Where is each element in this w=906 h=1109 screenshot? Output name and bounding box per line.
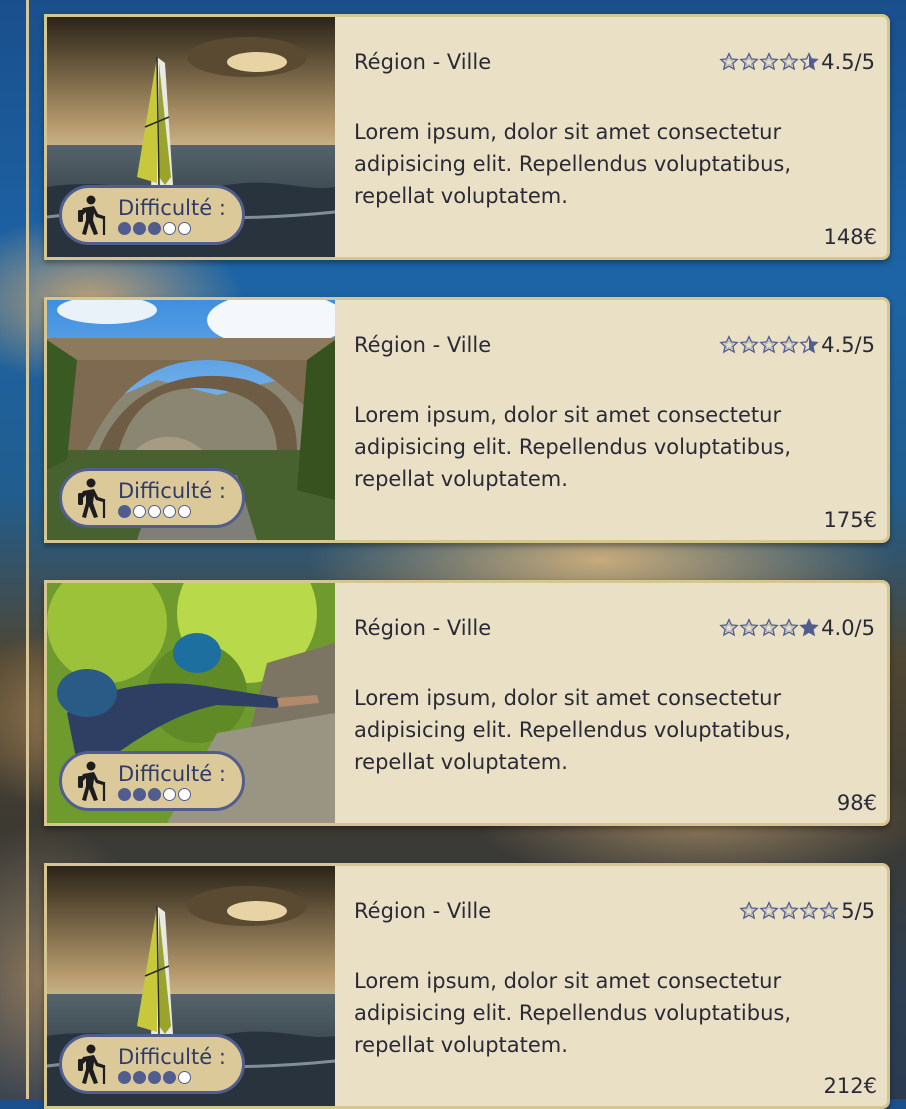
card-region: Région - Ville (354, 50, 492, 74)
activity-photo: Difficulté : (47, 866, 335, 1106)
activity-card[interactable]: Difficulté : Région - Ville 4.0/5 Lorem … (44, 580, 890, 826)
rating-value: 4.0/5 (821, 616, 875, 640)
difficulty-dot (163, 1070, 176, 1084)
activity-card[interactable]: Difficulté : Région - Ville 5/5 Lorem ip… (44, 863, 890, 1109)
star-icon (799, 52, 819, 71)
card-description: Lorem ipsum, dolor sit amet consectetur … (354, 403, 791, 491)
rating-value: 5/5 (841, 899, 875, 923)
star-icon (779, 901, 799, 920)
difficulty-dot (118, 504, 131, 518)
difficulty-dot (148, 221, 161, 235)
card-rating: 4.0/5 (719, 616, 875, 640)
difficulty-dot (163, 787, 176, 801)
hiker-icon (78, 761, 106, 801)
star-icon (759, 52, 779, 71)
hiker-icon (78, 195, 106, 235)
rating-stars (719, 335, 819, 355)
difficulty-dots (118, 787, 226, 801)
card-price: 212€ (823, 1074, 877, 1098)
difficulty-label: Difficulté : (118, 1044, 226, 1069)
rating-stars (719, 52, 819, 72)
difficulty-label: Difficulté : (118, 761, 226, 786)
difficulty-badge: Difficulté : (59, 185, 245, 245)
difficulty-dot (133, 221, 146, 235)
card-rating: 5/5 (739, 899, 875, 923)
star-icon (759, 901, 779, 920)
difficulty-dots (118, 1070, 226, 1084)
star-icon (799, 618, 819, 637)
star-icon (799, 335, 819, 354)
activity-card[interactable]: Difficulté : Région - Ville 4.5/5 Lorem … (44, 14, 890, 260)
page-edge-line (26, 0, 29, 1099)
card-price: 148€ (823, 225, 877, 249)
star-icon (739, 901, 759, 920)
difficulty-badge: Difficulté : (59, 468, 245, 528)
difficulty-dots (118, 504, 226, 518)
card-rating: 4.5/5 (719, 333, 875, 357)
difficulty-label: Difficulté : (118, 478, 226, 503)
hiker-icon (78, 1044, 106, 1084)
hiker-icon (78, 478, 106, 518)
star-icon (799, 901, 819, 920)
difficulty-badge: Difficulté : (59, 1034, 245, 1094)
star-icon (739, 335, 759, 354)
difficulty-label: Difficulté : (118, 195, 226, 220)
star-icon (739, 618, 759, 637)
difficulty-dot (148, 1070, 161, 1084)
difficulty-dot (163, 504, 176, 518)
star-icon (719, 618, 739, 637)
card-rating: 4.5/5 (719, 50, 875, 74)
difficulty-dot (148, 787, 161, 801)
star-icon (719, 52, 739, 71)
card-description: Lorem ipsum, dolor sit amet consectetur … (354, 120, 791, 208)
star-icon (779, 52, 799, 71)
rating-stars (739, 901, 839, 921)
card-price: 98€ (836, 791, 877, 815)
star-icon (759, 335, 779, 354)
star-icon (739, 52, 759, 71)
difficulty-dots (118, 221, 226, 235)
card-region: Région - Ville (354, 616, 492, 640)
star-icon (779, 335, 799, 354)
difficulty-dot (118, 787, 131, 801)
difficulty-dot (118, 1070, 131, 1084)
activity-card[interactable]: Difficulté : Région - Ville 4.5/5 Lorem … (44, 297, 890, 543)
difficulty-dot (178, 787, 191, 801)
star-icon (819, 901, 839, 920)
activity-photo: Difficulté : (47, 300, 335, 540)
difficulty-badge: Difficulté : (59, 751, 245, 811)
card-description: Lorem ipsum, dolor sit amet consectetur … (354, 969, 791, 1057)
activity-photo: Difficulté : (47, 583, 335, 823)
difficulty-dot (178, 504, 191, 518)
rating-value: 4.5/5 (821, 333, 875, 357)
difficulty-dot (178, 1070, 191, 1084)
star-icon (759, 618, 779, 637)
activity-photo: Difficulté : (47, 17, 335, 257)
card-price: 175€ (823, 508, 877, 532)
difficulty-dot (133, 1070, 146, 1084)
card-region: Région - Ville (354, 899, 492, 923)
difficulty-dot (178, 221, 191, 235)
difficulty-dot (133, 787, 146, 801)
difficulty-dot (163, 221, 176, 235)
difficulty-dot (133, 504, 146, 518)
star-icon (779, 618, 799, 637)
card-region: Région - Ville (354, 333, 492, 357)
difficulty-dot (148, 504, 161, 518)
difficulty-dot (118, 221, 131, 235)
rating-stars (719, 618, 819, 638)
rating-value: 4.5/5 (821, 50, 875, 74)
card-description: Lorem ipsum, dolor sit amet consectetur … (354, 686, 791, 774)
star-icon (719, 335, 739, 354)
